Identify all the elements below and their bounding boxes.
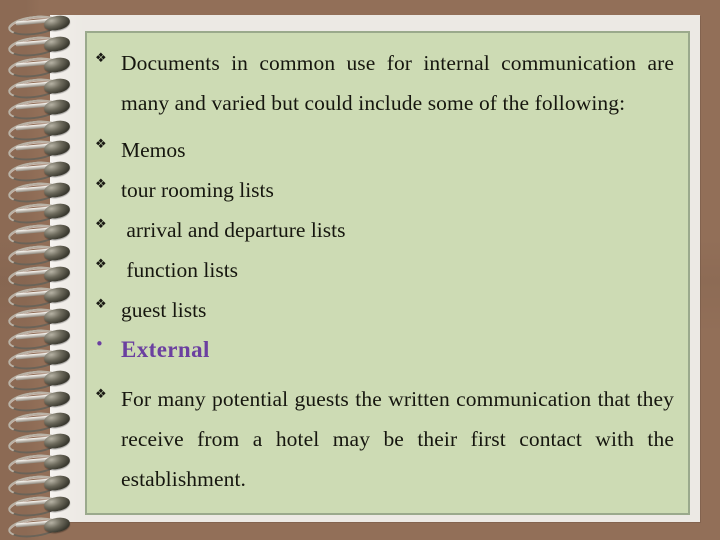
diamond-bullet-icon: ❖	[95, 257, 107, 272]
paragraph-intro-text: Documents in common use for internal com…	[121, 51, 674, 115]
content-panel: ❖ Documents in common use for internal c…	[85, 31, 690, 515]
diamond-bullet-icon: ❖	[95, 177, 107, 192]
diamond-bullet-icon: ❖	[95, 137, 107, 152]
list-item-label: guest lists	[121, 298, 207, 322]
round-bullet-icon: •	[95, 335, 104, 353]
diamond-bullet-icon: ❖	[95, 217, 107, 232]
bullet-list: ❖ Documents in common use for internal c…	[87, 33, 688, 499]
list-item-paragraph-closing: ❖ For many potential guests the written …	[95, 379, 674, 499]
section-heading-external: • External	[95, 330, 674, 370]
list-item-memos: ❖ Memos	[95, 130, 674, 170]
diamond-bullet-icon: ❖	[95, 51, 107, 66]
list-item-label: Memos	[121, 138, 186, 162]
list-item-paragraph-intro: ❖ Documents in common use for internal c…	[95, 43, 674, 123]
list-item-arrival-departure-lists: ❖ arrival and departure lists	[95, 210, 674, 250]
diamond-bullet-icon: ❖	[95, 387, 107, 402]
list-item-function-lists: ❖ function lists	[95, 250, 674, 290]
list-item-guest-lists: ❖ guest lists	[95, 290, 674, 330]
list-item-tour-rooming-lists: ❖ tour rooming lists	[95, 170, 674, 210]
slide-canvas: ❖ Documents in common use for internal c…	[0, 0, 720, 540]
list-item-label: tour rooming lists	[121, 178, 274, 202]
paragraph-closing-text: For many potential guests the written co…	[121, 387, 674, 491]
list-item-label: arrival and departure lists	[121, 218, 346, 242]
list-item-label: function lists	[121, 258, 239, 282]
section-heading-label: External	[121, 337, 210, 362]
diamond-bullet-icon: ❖	[95, 297, 107, 312]
